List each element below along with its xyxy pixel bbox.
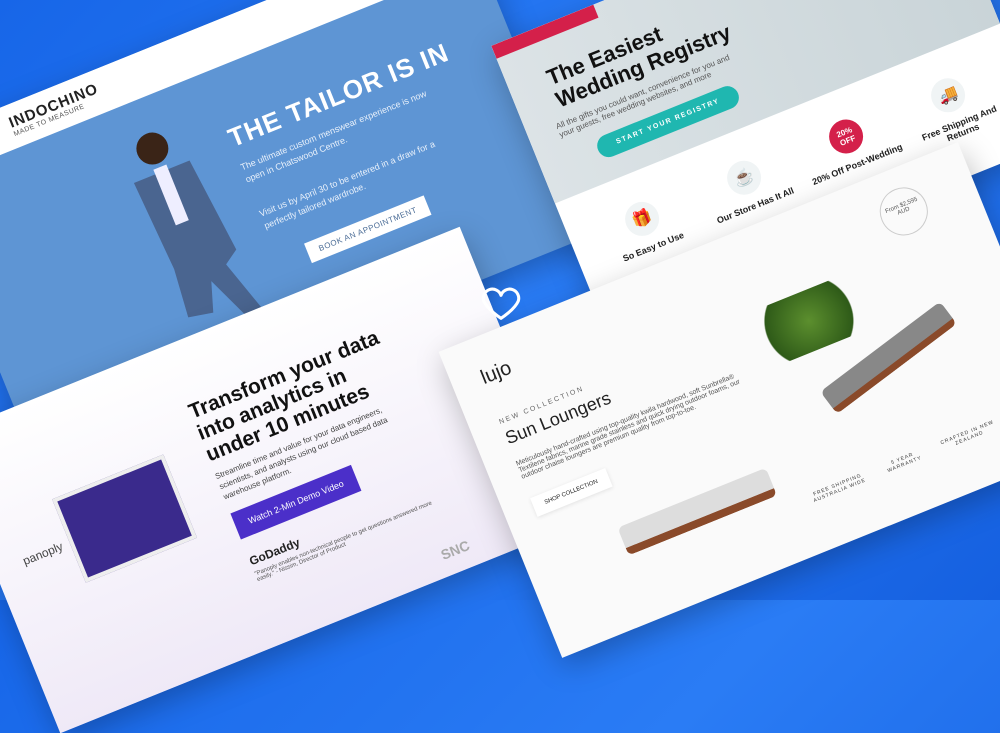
heart-icon	[481, 287, 521, 320]
mixer-icon: ☕	[721, 155, 767, 200]
truck-icon: 🚚	[925, 73, 971, 118]
product-screenshot	[52, 454, 198, 583]
price-badge: From $2,595 AUD	[872, 180, 936, 243]
plant-image	[746, 272, 872, 370]
brand-logo[interactable]: panoply	[21, 539, 65, 568]
client-logo-2: SNC	[438, 537, 472, 563]
badge-crafted: CRAFTED IN NEW ZEALAND	[939, 419, 995, 447]
brand-logo[interactable]: lujo	[478, 357, 515, 390]
badge-warranty: 5 YEAR WARRANTY	[886, 451, 923, 475]
badge-shipping: FREE SHIPPING AUSTRALIA WIDE	[812, 472, 867, 504]
gift-icon: 🎁	[619, 196, 665, 242]
lounger-image	[617, 467, 778, 556]
shop-collection-button[interactable]: SHOP COLLECTION	[530, 467, 613, 517]
feature-shipping: 🚚 Free Shipping And Returns	[891, 59, 1000, 158]
discount-badge-icon: 20% OFF	[823, 114, 869, 159]
